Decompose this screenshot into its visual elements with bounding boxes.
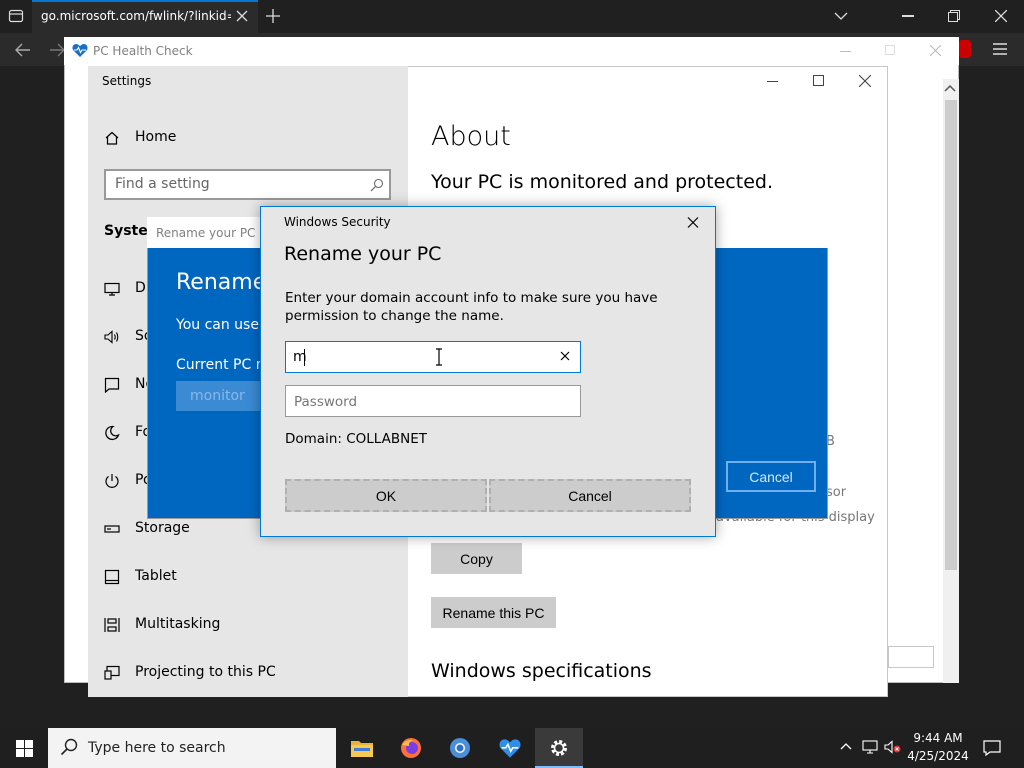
pc-health-check-title: PC Health Check: [93, 44, 193, 58]
taskbar-settings[interactable]: [535, 728, 583, 768]
find-setting-placeholder: Find a setting: [115, 176, 210, 192]
sound-icon: [104, 329, 120, 345]
clock-time[interactable]: 9:44 AM: [903, 731, 973, 745]
browser-close-button[interactable]: [995, 10, 1007, 22]
display-icon: [104, 281, 120, 297]
protection-status: Your PC is monitored and protected.: [431, 171, 773, 193]
volume-muted-icon[interactable]: [884, 740, 902, 754]
browser-restore-button[interactable]: [948, 10, 960, 22]
network-icon[interactable]: [862, 740, 878, 754]
search-icon: [60, 738, 78, 756]
taskbar-file-explorer[interactable]: [338, 728, 386, 768]
phc-minimize-button[interactable]: [840, 51, 851, 52]
rename-pc-dialog-title: Rename your PC: [156, 226, 256, 240]
ublock-extension-icon[interactable]: [959, 40, 971, 58]
text-caret: [304, 349, 305, 366]
partial-text: sor: [826, 485, 847, 500]
rename-pc-description: You can use a: [176, 317, 272, 333]
current-pc-name-value: monitor: [190, 388, 245, 404]
sidebar-item-label: Tablet: [135, 568, 177, 584]
clear-input-icon[interactable]: [558, 349, 572, 363]
search-icon: [370, 178, 384, 192]
notifications-icon: [104, 377, 120, 393]
sidebar-item-multitasking[interactable]: Multitasking: [104, 610, 394, 640]
copy-button[interactable]: Copy: [431, 543, 522, 574]
rename-this-pc-button[interactable]: Rename this PC: [431, 597, 556, 628]
browser-menu-icon[interactable]: [993, 43, 1007, 55]
rename-pc-heading: Rename: [176, 270, 267, 295]
sidebar-item-label: Multitasking: [135, 616, 221, 632]
settings-title: Settings: [102, 74, 152, 88]
taskbar-pc-health-check[interactable]: [486, 728, 534, 768]
storage-icon: [104, 521, 120, 537]
sidebar-item-home[interactable]: Home: [104, 123, 394, 153]
settings-maximize-button[interactable]: [813, 75, 824, 86]
security-heading: Rename your PC: [284, 243, 442, 265]
browser-minimize-button[interactable]: [902, 15, 914, 17]
sidebar-item-label: Home: [135, 129, 177, 145]
phc-field-stub: [888, 646, 934, 668]
health-heart-icon: [72, 43, 88, 58]
clock-date[interactable]: 4/25/2024: [903, 749, 973, 763]
current-pc-name-label: Current PC n: [176, 357, 265, 373]
cancel-button[interactable]: Cancel: [489, 479, 691, 512]
chrome-icon: [449, 737, 471, 759]
windows-specifications-heading: Windows specifications: [431, 660, 652, 682]
password-placeholder: Password: [294, 394, 358, 410]
health-heart-icon: [498, 738, 522, 759]
action-center-icon[interactable]: [983, 740, 1001, 756]
security-instructions: Enter your domain account info to make s…: [285, 290, 658, 324]
security-close-button[interactable]: [683, 214, 703, 232]
settings-close-button[interactable]: [859, 75, 871, 87]
tab-dropdown-chevron-icon[interactable]: [834, 11, 848, 21]
pc-health-check-titlebar: [64, 37, 959, 65]
ibeam-cursor-icon: [434, 348, 444, 366]
power-icon: [104, 473, 120, 489]
windows-logo-icon: [16, 740, 33, 757]
forward-arrow-icon[interactable]: [50, 43, 64, 57]
sidebar-item-tablet[interactable]: Tablet: [104, 562, 394, 592]
taskbar-search-placeholder: Type here to search: [88, 740, 226, 756]
scroll-up-arrow-icon[interactable]: [944, 84, 956, 92]
folder-icon: [351, 739, 373, 757]
multitasking-icon: [104, 617, 120, 633]
phc-scrollbar-thumb[interactable]: [945, 100, 957, 570]
domain-label: Domain: COLLABNET: [285, 431, 428, 447]
phc-maximize-button[interactable]: [885, 45, 895, 55]
taskbar-firefox[interactable]: [386, 728, 434, 768]
start-button[interactable]: [0, 728, 48, 768]
phc-close-button[interactable]: [930, 45, 941, 56]
gear-icon: [549, 738, 569, 758]
ok-button[interactable]: OK: [285, 479, 487, 512]
sidebar-item-label: Projecting to this PC: [135, 664, 276, 680]
browser-tab-title: go.microsoft.com/fwlink/?linkid=21: [41, 9, 231, 23]
tab-close-icon[interactable]: [236, 10, 248, 22]
tablet-icon: [104, 569, 120, 585]
show-hidden-icons-chevron-icon[interactable]: [840, 742, 852, 750]
settings-minimize-button[interactable]: [767, 81, 778, 82]
home-icon: [104, 130, 120, 146]
sidebar-item-label: Storage: [135, 520, 190, 536]
back-arrow-icon[interactable]: [15, 43, 31, 57]
tab-list-icon[interactable]: [8, 8, 24, 24]
new-tab-button[interactable]: [266, 9, 280, 23]
username-input[interactable]: [285, 341, 581, 373]
windows-security-title: Windows Security: [284, 215, 391, 229]
about-heading: About: [431, 121, 511, 152]
focus-assist-icon: [104, 425, 120, 441]
projecting-icon: [104, 665, 120, 681]
firefox-icon: [400, 737, 422, 759]
taskbar-chrome[interactable]: [436, 728, 484, 768]
sidebar-item-projecting[interactable]: Projecting to this PC: [104, 658, 394, 688]
rename-cancel-button[interactable]: Cancel: [726, 461, 816, 492]
